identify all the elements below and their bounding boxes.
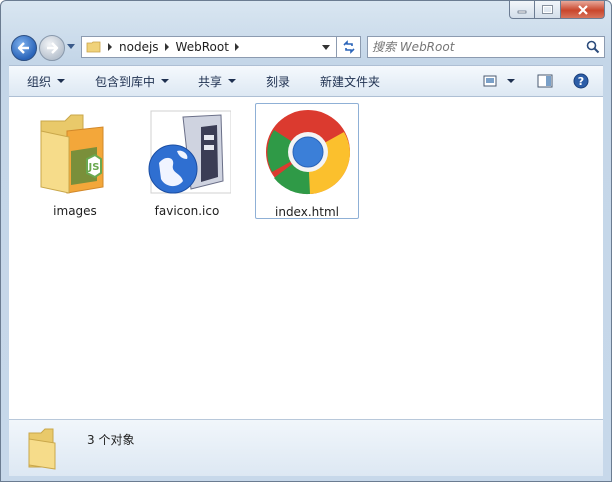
server-globe-icon [148,110,231,194]
chevron-down-icon [228,79,237,83]
file-name: index.html [275,205,339,219]
folder-icon [28,428,56,470]
close-button[interactable] [561,1,605,19]
address-bar[interactable]: nodejs WebRoot [81,36,337,58]
breadcrumb-webroot[interactable]: WebRoot [176,40,229,54]
organize-label: 组织 [27,74,52,89]
organize-menu[interactable]: 组织 [27,66,66,96]
breadcrumb-nodejs[interactable]: nodejs [119,40,159,54]
include-in-library-label: 包含到库中 [95,74,156,89]
arrow-left-icon [17,42,29,54]
back-button[interactable] [11,35,37,61]
help-button[interactable]: ? [573,66,589,96]
share-menu[interactable]: 共享 [198,66,237,96]
address-history-dropdown[interactable] [322,45,330,50]
new-folder-label: 新建文件夹 [320,74,381,89]
file-name: favicon.ico [154,204,220,218]
file-list-view: JS images favicon.ico index.html [9,97,603,419]
file-name: images [53,204,97,218]
preview-pane-button[interactable] [537,66,553,96]
navigation-bar: nodejs WebRoot [9,32,605,62]
item-count: 3 个对象 [87,433,135,447]
search-box[interactable] [367,36,605,58]
chevron-down-icon [57,79,66,83]
breadcrumb-separator-icon[interactable] [234,43,239,51]
caption-buttons [509,1,605,19]
forward-button[interactable] [39,35,65,61]
new-folder-button[interactable]: 新建文件夹 [320,66,380,96]
file-item-favicon[interactable]: favicon.ico [135,103,239,219]
refresh-icon [342,40,355,54]
share-label: 共享 [198,74,223,89]
search-icon[interactable] [586,40,600,54]
refresh-button[interactable] [337,36,361,58]
svg-text:?: ? [578,75,584,88]
help-icon: ? [573,73,589,89]
change-view-button[interactable] [483,66,497,96]
maximize-button[interactable] [535,1,561,19]
view-options-dropdown[interactable] [505,66,515,96]
burn-button[interactable]: 刻录 [266,66,290,96]
file-item-images[interactable]: JS images [23,103,127,219]
recent-pages-dropdown[interactable] [67,44,75,49]
search-input[interactable] [372,39,572,55]
breadcrumb-separator-icon[interactable] [108,43,112,51]
details-pane: 3 个对象 [9,419,603,476]
chevron-down-icon [161,79,170,83]
close-icon [577,4,588,15]
chevron-down-icon [507,79,515,83]
svg-text:JS: JS [88,162,100,173]
arrow-right-icon [47,42,59,54]
folder-small-icon [86,41,101,53]
file-item-index-html[interactable]: index.html [255,103,359,219]
folder-icon: JS [40,114,104,194]
include-in-library-menu[interactable]: 包含到库中 [95,66,170,96]
command-bar: 组织 包含到库中 共享 刻录 新建文件夹 ? [9,65,603,97]
chrome-icon [266,110,351,195]
burn-label: 刻录 [266,74,291,89]
preview-pane-icon [537,74,553,88]
minimize-icon [517,10,527,13]
maximize-icon [542,5,553,14]
breadcrumb-separator-icon[interactable] [164,43,169,51]
minimize-button[interactable] [509,1,535,19]
explorer-window: nodejs WebRoot 组织 包含到库中 共享 刻录 新建文件夹 [0,0,612,482]
view-icon [483,75,497,87]
